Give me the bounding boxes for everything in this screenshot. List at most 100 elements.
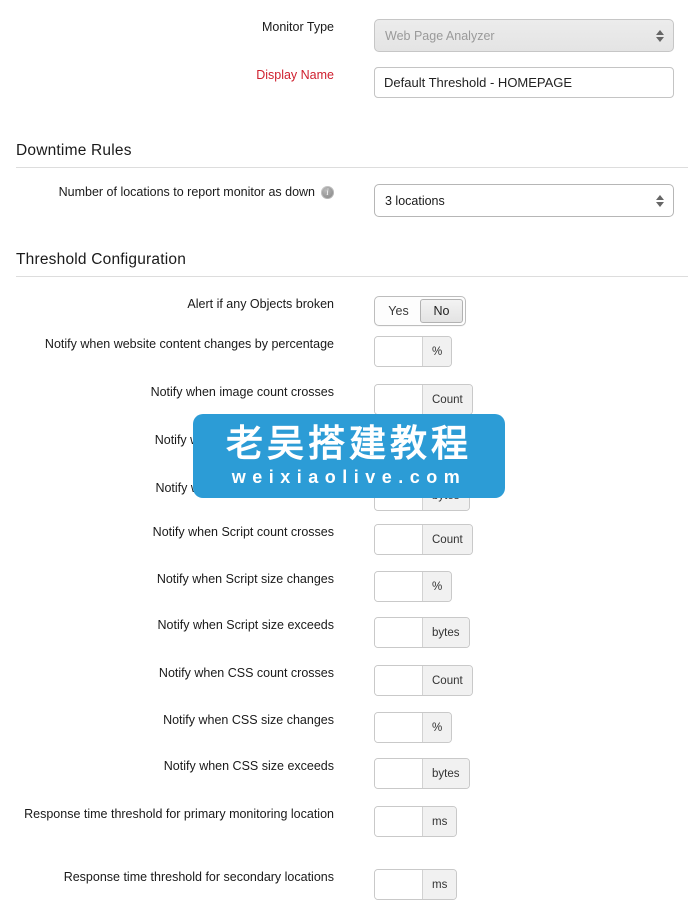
objects-broken-row: Alert if any Objects broken Yes No <box>0 296 688 326</box>
threshold-value-input[interactable] <box>375 337 422 366</box>
threshold-configuration-page: Monitor Type Web Page Analyzer Display N… <box>0 0 688 915</box>
threshold-input-group: % <box>374 571 453 602</box>
display-name-value: Default Threshold - HOMEPAGE <box>384 75 573 90</box>
threshold-unit-label: bytes <box>422 759 469 788</box>
threshold-row-label: Notify when image count crosses <box>150 385 334 399</box>
threshold-row-control: bytes <box>344 480 688 511</box>
threshold-unit-label: % <box>422 337 452 366</box>
threshold-row-label: Notify when CSS size changes <box>163 713 334 727</box>
threshold-value-input[interactable] <box>375 433 422 462</box>
threshold-input-group: % <box>374 432 453 463</box>
threshold-row-control: bytes <box>344 617 688 648</box>
chevron-updown-icon <box>655 193 664 209</box>
threshold-input-group: ms <box>374 869 458 900</box>
monitor-type-row: Monitor Type Web Page Analyzer <box>0 19 688 52</box>
threshold-input-group: Count <box>374 665 473 696</box>
section-divider <box>16 167 688 168</box>
locations-select[interactable]: 3 locations <box>374 184 674 217</box>
threshold-row-control: % <box>344 571 688 602</box>
threshold-value-input[interactable] <box>375 759 422 788</box>
objects-broken-toggle[interactable]: Yes No <box>374 296 466 326</box>
threshold-row-label: Response time threshold for secondary lo… <box>63 870 334 884</box>
threshold-configuration-section: Threshold Configuration <box>16 251 688 277</box>
threshold-row-control: Count <box>344 665 688 696</box>
threshold-row: Response time threshold for secondary lo… <box>0 869 688 900</box>
downtime-rules-section: Downtime Rules <box>16 142 688 168</box>
threshold-row-control: ms <box>344 806 688 837</box>
threshold-input-group: Count <box>374 384 473 415</box>
threshold-input-group: bytes <box>374 758 470 789</box>
monitor-type-select[interactable]: Web Page Analyzer <box>374 19 674 52</box>
threshold-value-input[interactable] <box>375 713 422 742</box>
threshold-unit-label: ms <box>422 807 457 836</box>
threshold-input-group: % <box>374 712 453 743</box>
threshold-value-input[interactable] <box>375 807 422 836</box>
threshold-row: Notify when CSS count crosses Count <box>0 665 688 696</box>
threshold-row-control: % <box>344 336 688 367</box>
threshold-row-control: ms <box>344 869 688 900</box>
threshold-unit-label: bytes <box>422 618 469 647</box>
threshold-input-group: % <box>374 336 453 367</box>
threshold-unit-label: Count <box>422 666 472 695</box>
threshold-unit-label: % <box>422 713 452 742</box>
threshold-row-label: Notify when image size exceeds <box>155 481 334 495</box>
locations-label-wrap: Number of locations to report monitor as… <box>0 184 344 201</box>
chevron-updown-icon <box>655 28 664 44</box>
monitor-type-label: Monitor Type <box>261 20 334 34</box>
threshold-unit-label: Count <box>422 525 472 554</box>
display-name-row: Display Name Default Threshold - HOMEPAG… <box>0 67 688 98</box>
display-name-label: Display Name <box>256 68 334 82</box>
threshold-unit-label: % <box>422 572 452 601</box>
downtime-rules-heading: Downtime Rules <box>16 142 132 159</box>
threshold-row-label: Notify when Script size exceeds <box>157 618 334 632</box>
locations-control: 3 locations <box>344 184 688 217</box>
locations-label: Number of locations to report monitor as… <box>58 185 315 199</box>
threshold-unit-label: % <box>422 433 452 462</box>
threshold-row-label: Notify when Script size changes <box>156 572 334 586</box>
threshold-row: Notify when image count crosses Count <box>0 384 688 415</box>
threshold-value-input[interactable] <box>375 870 422 899</box>
objects-broken-control: Yes No <box>344 296 688 326</box>
section-divider <box>16 276 688 277</box>
threshold-value-input[interactable] <box>375 481 422 510</box>
threshold-row-control: % <box>344 712 688 743</box>
threshold-row: Notify when Script size exceeds bytes <box>0 617 688 648</box>
threshold-value-input[interactable] <box>375 572 422 601</box>
threshold-row-label: Notify when image size changes <box>154 433 334 447</box>
monitor-type-control: Web Page Analyzer <box>344 19 688 52</box>
threshold-input-group: bytes <box>374 617 470 648</box>
threshold-value-input[interactable] <box>375 525 422 554</box>
monitor-type-value: Web Page Analyzer <box>385 28 495 43</box>
threshold-unit-label: Count <box>422 385 472 414</box>
threshold-value-input[interactable] <box>375 385 422 414</box>
toggle-option-yes[interactable]: Yes <box>377 299 420 323</box>
threshold-row: Response time threshold for primary moni… <box>0 806 688 837</box>
threshold-row-control: bytes <box>344 758 688 789</box>
threshold-value-input[interactable] <box>375 618 422 647</box>
threshold-row: Notify when Script size changes% <box>0 571 688 602</box>
display-name-input[interactable]: Default Threshold - HOMEPAGE <box>374 67 674 98</box>
threshold-row-control: Count <box>344 524 688 555</box>
threshold-unit-label: bytes <box>422 481 469 510</box>
threshold-row-label: Response time threshold for primary moni… <box>24 807 334 821</box>
threshold-row-label: Notify when website content changes by p… <box>44 337 334 351</box>
threshold-row-label: Notify when CSS size exceeds <box>163 759 334 773</box>
threshold-row: Notify when CSS size changes% <box>0 712 688 743</box>
toggle-option-no[interactable]: No <box>420 299 463 323</box>
threshold-configuration-heading: Threshold Configuration <box>16 251 187 268</box>
objects-broken-label: Alert if any Objects broken <box>187 297 334 311</box>
threshold-row: Notify when image size exceeds bytes <box>0 480 688 511</box>
threshold-row-control: Count <box>344 384 688 415</box>
threshold-input-group: Count <box>374 524 473 555</box>
threshold-row-label: Notify when CSS count crosses <box>158 666 334 680</box>
threshold-row: Notify when Script count crosses Count <box>0 524 688 555</box>
locations-row: Number of locations to report monitor as… <box>0 184 688 217</box>
threshold-row-label: Notify when Script count crosses <box>152 525 334 539</box>
threshold-input-group: bytes <box>374 480 470 511</box>
threshold-row: Notify when CSS size exceeds bytes <box>0 758 688 789</box>
threshold-value-input[interactable] <box>375 666 422 695</box>
info-icon[interactable] <box>321 185 334 199</box>
threshold-row-control: % <box>344 432 688 463</box>
threshold-input-group: ms <box>374 806 458 837</box>
threshold-row: Notify when image size changes% <box>0 432 688 463</box>
